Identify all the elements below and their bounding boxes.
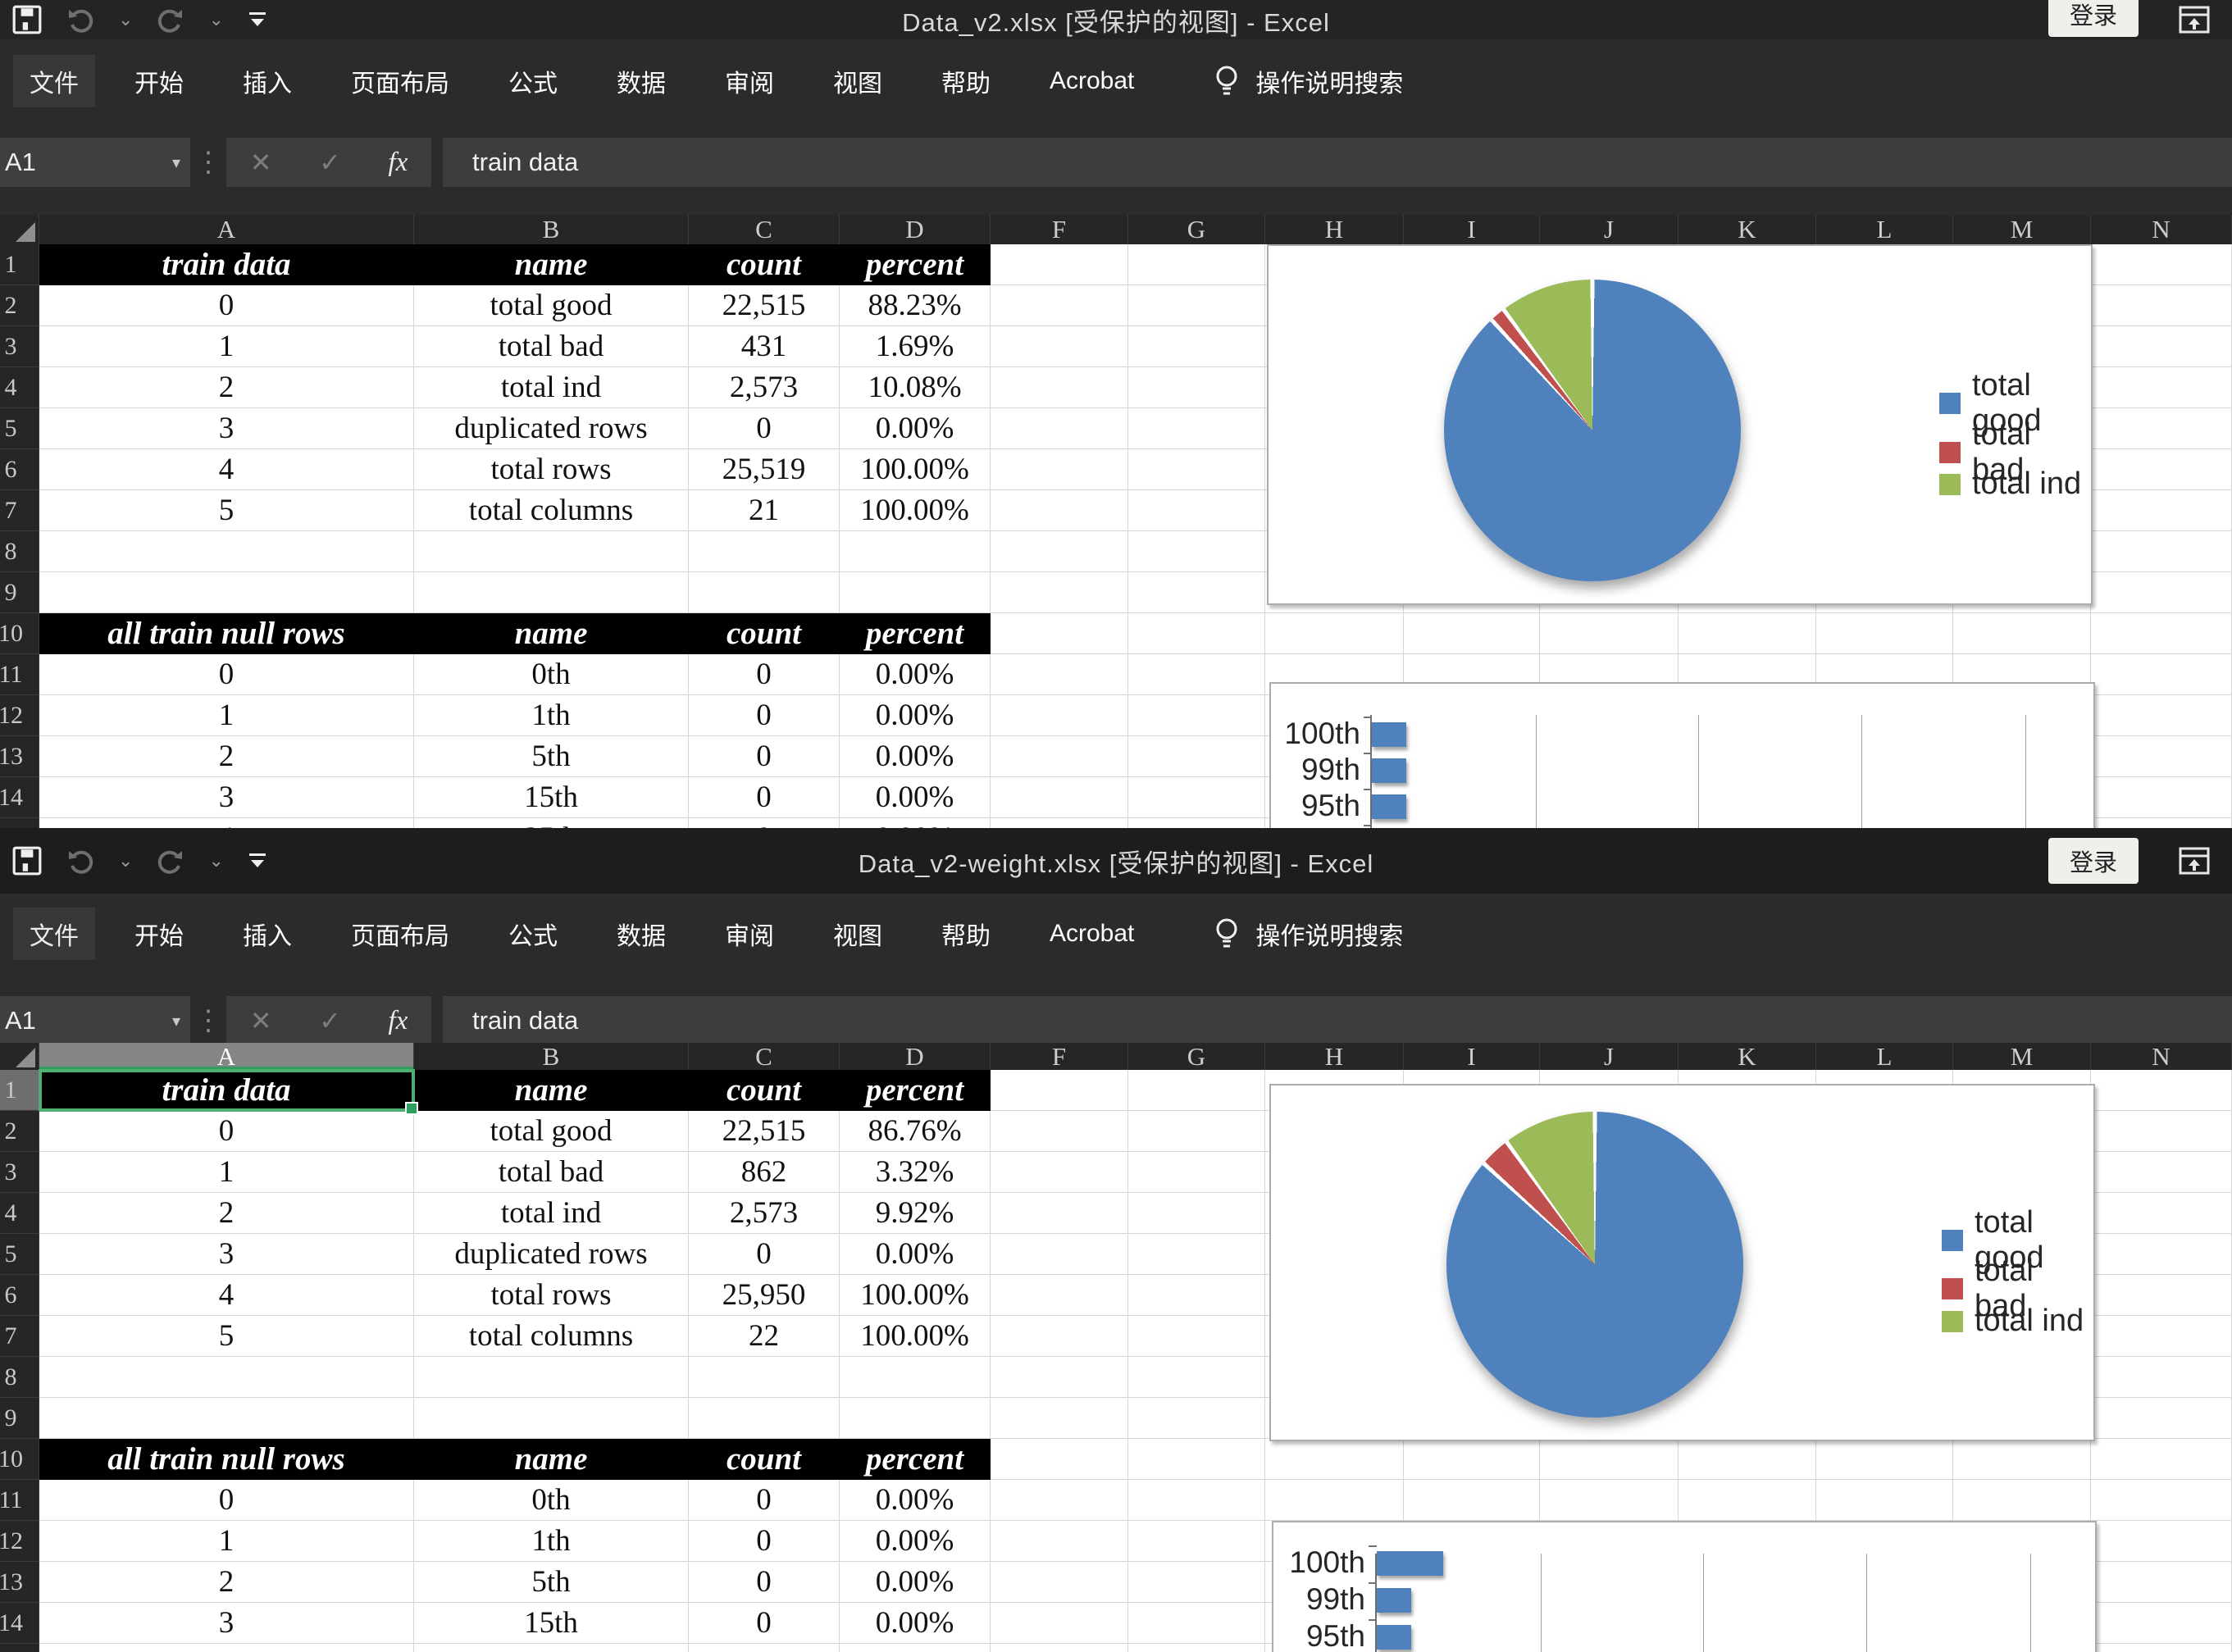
gridline <box>1541 1554 1542 1652</box>
bar[interactable] <box>1372 722 1406 747</box>
bar-category-label: 100th <box>1275 1545 1365 1580</box>
chart-layer: total goodtotal badtotal ind 100th99th95t… <box>0 828 2232 1652</box>
pie-chart[interactable]: total goodtotal badtotal ind <box>1269 1084 2095 1441</box>
gridline <box>1866 1554 1867 1652</box>
legend-swatch-icon <box>1942 1311 1963 1332</box>
legend-label: total ind <box>1972 466 2081 502</box>
pie-chart[interactable]: total goodtotal badtotal ind <box>1267 244 2093 605</box>
bar-category-label: 99th <box>1275 1582 1365 1617</box>
bar-chart[interactable]: 100th99th95th <box>1269 682 2095 828</box>
bar[interactable] <box>1377 1588 1411 1613</box>
legend-swatch-icon <box>1939 442 1961 463</box>
bar-category-label: 99th <box>1270 753 1360 787</box>
gridline <box>2025 715 2026 828</box>
legend-swatch-icon <box>1942 1230 1963 1251</box>
axis-tick <box>1369 1619 1377 1621</box>
axis-tick <box>1364 825 1372 826</box>
axis-tick <box>1369 1582 1377 1584</box>
gridline <box>1536 715 1537 828</box>
legend-item[interactable]: total ind <box>1939 466 2081 502</box>
legend-item[interactable]: total ind <box>1942 1304 2084 1339</box>
bar[interactable] <box>1377 1551 1443 1576</box>
bar-category-label: 100th <box>1270 717 1360 751</box>
bar-category-label: 95th <box>1270 789 1360 823</box>
chart-layer: total goodtotal badtotal ind 100th99th95t… <box>0 0 2232 828</box>
axis-tick <box>1364 717 1372 718</box>
legend-swatch-icon <box>1939 393 1961 414</box>
bar[interactable] <box>1372 758 1406 783</box>
axis-tick <box>1364 789 1372 790</box>
excel-window-data-v2: ⌄ ⌄ Data_v2.xlsx [受保护的视图] - Excel 登录 文件 … <box>0 0 2232 828</box>
bar-category-label: 95th <box>1275 1619 1365 1652</box>
bar[interactable] <box>1372 794 1406 819</box>
bar-chart[interactable]: 100th99th95th <box>1272 1521 2097 1652</box>
pie-plot <box>1446 1112 1743 1418</box>
axis-tick <box>1364 753 1372 754</box>
bar[interactable] <box>1377 1625 1411 1650</box>
gridline <box>1703 1554 1704 1652</box>
legend-swatch-icon <box>1939 474 1961 495</box>
gridline <box>1861 715 1862 828</box>
legend-swatch-icon <box>1942 1278 1963 1299</box>
gridline <box>1698 715 1699 828</box>
desktop: ⌄ ⌄ Data_v2.xlsx [受保护的视图] - Excel 登录 文件 … <box>0 0 2232 1652</box>
pie-plot <box>1444 280 1741 581</box>
axis-tick <box>1369 1545 1377 1547</box>
legend-label: total ind <box>1975 1304 2084 1339</box>
gridline <box>2030 1554 2031 1652</box>
excel-window-data-v2-weight: ⌄ ⌄ Data_v2-weight.xlsx [受保护的视图] - Excel… <box>0 828 2232 1652</box>
